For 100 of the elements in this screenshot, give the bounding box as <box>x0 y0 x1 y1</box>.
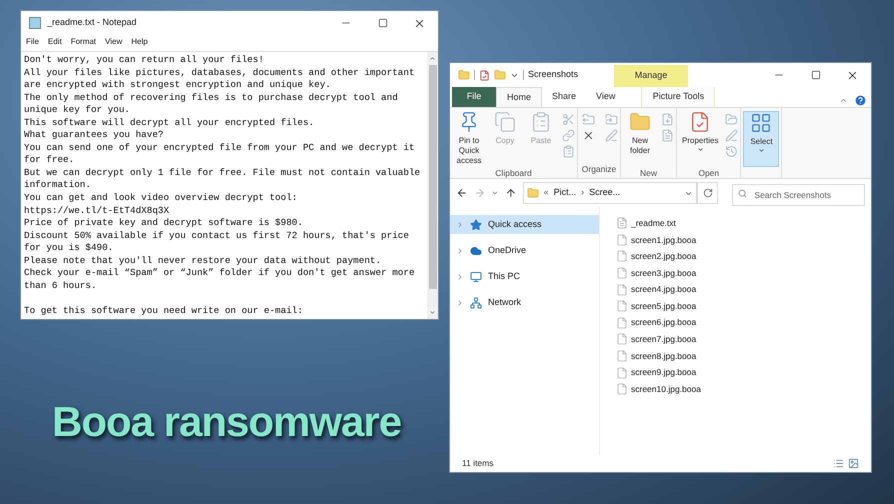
ribbon-group-label: Organize <box>580 163 618 176</box>
file-icon <box>616 383 628 396</box>
file-icon <box>616 234 628 246</box>
file-item[interactable]: screen8.jpg.booa <box>616 348 871 364</box>
document-icon[interactable] <box>661 129 674 142</box>
file-tab[interactable]: File <box>452 87 496 107</box>
text-line: You can send one of your encrypted file from your PC and we decrypt it <box>24 142 415 154</box>
maximize-icon <box>810 70 820 80</box>
back-icon[interactable] <box>456 187 468 199</box>
scrollbar[interactable] <box>427 52 438 319</box>
nav-item[interactable]: This PC <box>450 267 599 286</box>
file-item[interactable]: screen2.jpg.booa <box>616 248 871 265</box>
star-icon <box>470 218 482 230</box>
details-view-icon[interactable] <box>833 458 844 469</box>
breadcrumb[interactable]: Pict... <box>554 186 576 200</box>
scroll-down-icon[interactable] <box>429 309 436 316</box>
pen-icon[interactable] <box>725 129 738 142</box>
file-item[interactable]: screen9.jpg.booa <box>616 364 871 381</box>
text-line: To get this software you need write on our e-mail: <box>24 304 303 318</box>
file-icon <box>616 333 628 346</box>
file-item[interactable]: screen6.jpg.booa <box>616 314 871 332</box>
text-line: are encrypted with strongest encryption and unique key. <box>24 79 331 92</box>
file-item[interactable]: screen3.jpg.booa <box>616 264 871 282</box>
text-line: This software will decrypt all your encrypted files. <box>24 116 314 130</box>
file-item[interactable]: screen7.jpg.booa <box>616 331 871 348</box>
menu-item[interactable]: Format <box>70 38 96 46</box>
expand-icon[interactable] <box>456 246 464 254</box>
monitor-icon <box>470 270 482 282</box>
menu-item[interactable]: View <box>105 38 122 46</box>
ribbon-button[interactable]: Properties <box>679 111 722 167</box>
file-item[interactable]: screen1.jpg.booa <box>616 232 871 248</box>
folder-icon[interactable] <box>725 113 738 126</box>
pen-icon[interactable] <box>605 129 618 142</box>
file-item[interactable]: screen5.jpg.booa <box>616 298 871 315</box>
text-line: What guarantees you have? <box>24 129 164 142</box>
nav-item[interactable]: OneDrive <box>450 241 599 260</box>
ribbon-group-label: New <box>638 167 658 180</box>
context-tab-header: Manage <box>614 65 688 87</box>
history-icon[interactable] <box>725 145 738 158</box>
link-icon[interactable] <box>562 129 575 142</box>
folder-icon[interactable] <box>458 69 470 81</box>
menu-item[interactable]: Edit <box>48 38 62 46</box>
ribbon-group-label: Open <box>697 167 720 180</box>
folder-arrow-icon[interactable] <box>605 113 618 126</box>
text-line: https://we.tl/t-EtT4dX8q3X <box>24 204 170 218</box>
refresh-button[interactable] <box>697 182 718 204</box>
collapse-ribbon-icon[interactable] <box>839 96 848 105</box>
file-icon <box>616 350 628 362</box>
document-check-icon[interactable] <box>479 70 490 80</box>
ribbon-button[interactable]: Select <box>743 111 780 167</box>
ribbon-button[interactable]: New folder <box>623 111 657 167</box>
file-item[interactable]: _readme.txt <box>616 215 871 232</box>
expand-icon[interactable] <box>456 272 464 280</box>
text-line: All your files like pictures, databases, documents and other important <box>24 66 415 80</box>
text-line: But we can decrypt only 1 file for free. File must not contain valuable <box>24 166 420 180</box>
menu-item[interactable]: Help <box>131 38 148 46</box>
ribbon-tab[interactable]: Home <box>496 87 542 107</box>
file-item[interactable]: screen4.jpg.booa <box>616 281 871 298</box>
new-file-icon[interactable] <box>661 113 674 126</box>
overflow-chevron[interactable]: « <box>544 186 549 200</box>
file-item[interactable]: screen10.jpg.booa <box>616 380 871 398</box>
notepad-icon <box>29 17 41 29</box>
copy-icon <box>494 111 516 133</box>
cloud-icon <box>470 244 482 256</box>
breadcrumb[interactable]: Scree... <box>589 186 620 200</box>
delete-icon[interactable] <box>582 129 595 142</box>
text-line: Price of private key and decrypt software is $980. <box>24 217 303 230</box>
menu-item[interactable]: File <box>26 38 39 46</box>
ribbon-tab[interactable]: View <box>586 87 626 107</box>
file-icon <box>616 300 628 312</box>
text-line: Don't worry, you can return all your files! <box>24 54 264 67</box>
large-icons-view-icon[interactable] <box>848 458 859 469</box>
text-line: You can get and look video overview decrypt tool: <box>24 192 298 205</box>
ribbon-tab[interactable]: Share <box>542 87 586 107</box>
text-line: Please note that you'll never restore your data without payment. <box>24 254 382 268</box>
address-bar[interactable]: « Pict... › Scree... <box>522 182 698 204</box>
clipboard-icon[interactable] <box>562 145 575 158</box>
help-icon[interactable] <box>854 94 867 107</box>
maximize-icon <box>378 18 388 28</box>
window-title: _readme.txt - Notepad <box>47 16 137 30</box>
ribbon-tab[interactable]: Picture Tools <box>641 87 716 107</box>
headline: Booa ransomware <box>52 397 402 447</box>
nav-item[interactable]: Network <box>450 293 599 312</box>
text-line: than 6 hours. <box>24 280 97 292</box>
expand-icon[interactable] <box>456 220 464 228</box>
recent-locations-icon[interactable] <box>491 189 499 197</box>
text-line: The only method of recovering files is to purchase decrypt tool and <box>24 92 398 104</box>
scissors-icon[interactable] <box>562 113 575 126</box>
file-icon <box>616 366 628 379</box>
file-icon <box>616 316 628 329</box>
expand-icon[interactable] <box>456 298 464 306</box>
search-icon <box>738 188 748 198</box>
nav-item[interactable]: Quick access <box>450 215 599 234</box>
folder-icon[interactable] <box>494 69 506 81</box>
scroll-up-icon[interactable] <box>429 55 436 62</box>
ribbon-button[interactable]: Pin to Quick access <box>452 111 486 167</box>
text-line: for free. <box>24 154 74 167</box>
forward-icon[interactable] <box>474 187 486 199</box>
search-field[interactable]: Search Screenshots <box>732 184 865 206</box>
up-icon[interactable] <box>504 187 517 199</box>
